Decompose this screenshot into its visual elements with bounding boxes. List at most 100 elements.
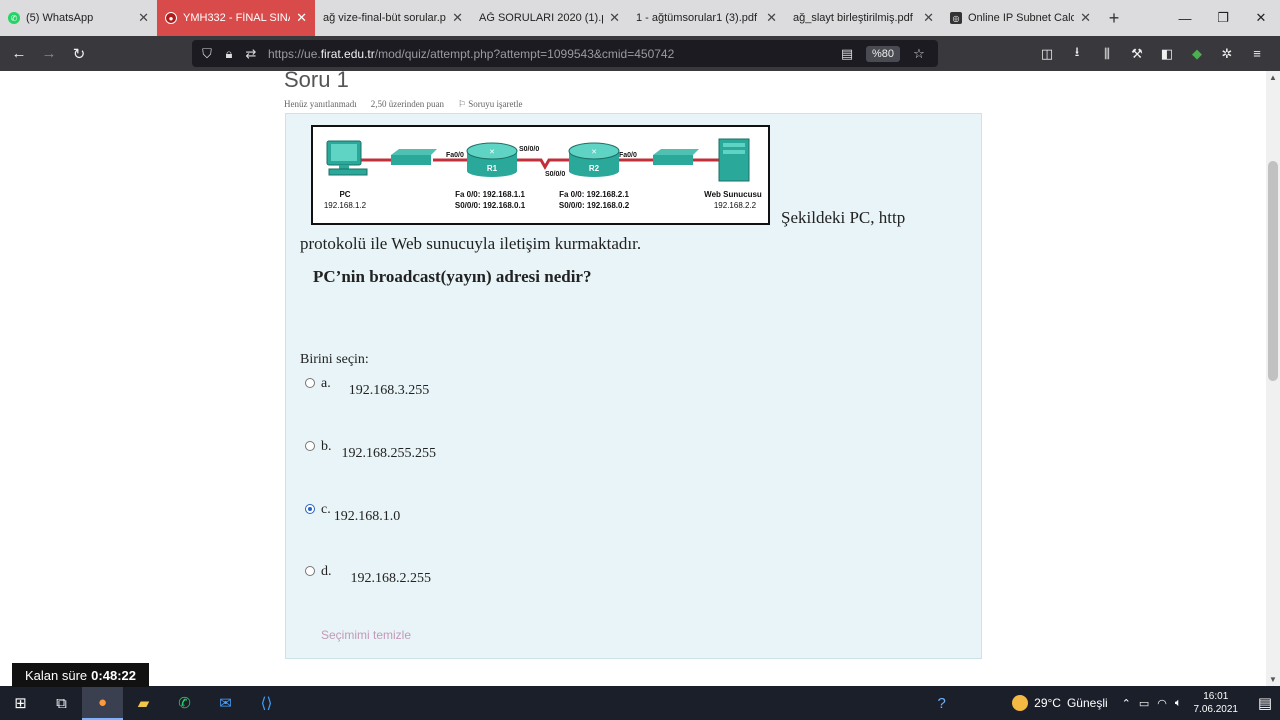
tab-pdf-vize[interactable]: ağ vize-final-büt sorular.pdf ✕ (315, 0, 471, 36)
sidebar-icon[interactable]: ◧ (1152, 39, 1182, 69)
reader-view-icon[interactable]: ▤ (836, 46, 858, 62)
radio-a[interactable] (305, 378, 315, 388)
firefox-icon[interactable]: ● (82, 686, 123, 720)
answer-option-a[interactable]: a. 192.168.3.255 (305, 376, 429, 399)
system-clock[interactable]: 16:01 7.06.2021 (1194, 690, 1239, 716)
library-icon[interactable]: ⫼ (1092, 39, 1122, 69)
url-text[interactable]: https://ue.firat.edu.tr/mod/quiz/attempt… (268, 47, 674, 61)
close-tab-icon[interactable]: ✕ (138, 10, 149, 26)
minimize-icon[interactable]: — (1166, 0, 1204, 36)
link-label-fa00-right: Fa0/0 (619, 152, 637, 159)
task-view-icon[interactable]: ⧉ (41, 686, 82, 720)
close-tab-icon[interactable]: ✕ (923, 10, 934, 26)
pocket-icon[interactable]: ◫ (1032, 39, 1062, 69)
mail-icon[interactable]: ✉ (205, 686, 246, 720)
weather-widget[interactable]: 29°C Güneşli (1012, 695, 1108, 711)
page-scrollbar[interactable]: ▲ ▼ (1266, 71, 1280, 686)
choose-one-label: Birini seçin: (300, 352, 369, 367)
radio-b[interactable] (305, 441, 315, 451)
back-arrow-icon[interactable]: ← (4, 39, 34, 69)
option-letter: a. (321, 376, 331, 391)
forward-arrow-icon[interactable]: → (34, 39, 64, 69)
tab-title: (5) WhatsApp (26, 12, 94, 24)
windows-start-icon[interactable]: ⊞ (0, 686, 41, 720)
zoom-level[interactable]: %80 (865, 45, 900, 62)
gear-extension-icon[interactable]: ✲ (1212, 39, 1242, 69)
address-bar[interactable]: ⛉ 🔒︎ ⇄ https://ue.firat.edu.tr/mod/quiz/… (192, 40, 938, 67)
option-value[interactable]: 192.168.1.0 (334, 509, 401, 525)
close-tab-icon[interactable]: ✕ (452, 10, 463, 26)
scroll-thumb[interactable] (1268, 161, 1278, 381)
tab-title: ağ_slayt birleştirilmiş.pdf (793, 12, 913, 24)
tab-pdf-agtumsorular[interactable]: 1 - ağtümsorular1 (3).pdf ✕ (628, 0, 785, 36)
router-r1-icon: ✕ R1 (466, 142, 518, 177)
reload-icon[interactable]: ↻ (64, 39, 94, 69)
option-value[interactable]: 192.168.2.255 (351, 571, 432, 587)
answer-option-d[interactable]: d. 192.168.2.255 (305, 564, 431, 587)
r2-serial-address: S0/0/0: 192.168.0.2 (559, 201, 630, 210)
close-tab-icon[interactable]: ✕ (766, 10, 777, 26)
r1-fa-address: Fa 0/0: 192.168.1.1 (455, 190, 525, 199)
extension-color-icon[interactable]: ◆ (1182, 39, 1212, 69)
option-value[interactable]: 192.168.255.255 (342, 446, 437, 462)
close-window-icon[interactable]: ✕ (1242, 0, 1280, 36)
radio-d[interactable] (305, 566, 315, 576)
r2-label: R2 (589, 164, 600, 173)
windows-taskbar: ⊞ ⧉ ● ▰ ✆ ✉ ⟨⟩ ? 29°C Güneşli ⌃ ▭ ◠ 🔈︎ 1… (0, 686, 1280, 720)
wrench-icon[interactable]: ⚒ (1122, 39, 1152, 69)
tab-final-exam[interactable]: ● YMH332 - FİNAL SINAVI ✕ (157, 0, 315, 36)
question-prompt: PC’nin broadcast(yayın) adresi nedir? (313, 267, 592, 286)
calculator-site-icon: ◎ (950, 12, 962, 24)
answer-option-b[interactable]: b. 192.168.255.255 (305, 439, 436, 462)
browser-toolbar: ← → ↻ ⛉ 🔒︎ ⇄ https://ue.firat.edu.tr/mod… (0, 36, 1280, 71)
answer-status: Henüz yanıtlanmadı (284, 99, 357, 109)
router-r2-icon: ✕ R2 (568, 142, 620, 177)
university-logo-icon: ● (165, 12, 177, 24)
window-controls: — ❐ ✕ (1166, 0, 1280, 36)
battery-icon[interactable]: ▭ (1139, 697, 1149, 710)
flag-icon: ⚐ (457, 99, 469, 109)
menu-hamburger-icon[interactable]: ≡ (1242, 39, 1272, 69)
page-content: Soru 1 Henüz yanıtlanmadı 2,50 üzerinden… (0, 71, 1280, 686)
answer-option-c[interactable]: c. 192.168.1.0 (305, 502, 400, 525)
new-tab-plus-icon[interactable]: + (1099, 0, 1129, 36)
scroll-down-icon[interactable]: ▼ (1266, 675, 1280, 684)
notification-icon[interactable]: ▤ (1250, 686, 1280, 720)
link-label-s000-bottom: S0/0/0 (545, 171, 565, 178)
radio-c-selected[interactable] (305, 504, 315, 514)
svg-text:✕: ✕ (489, 149, 495, 156)
permissions-icon[interactable]: ⇄ (240, 46, 262, 62)
help-icon[interactable]: ? (921, 686, 962, 720)
tray-icons: ⌃ ▭ ◠ 🔈︎ (1122, 697, 1182, 710)
tab-whatsapp[interactable]: ✆ (5) WhatsApp ✕ (0, 0, 157, 36)
close-tab-icon[interactable]: ✕ (609, 10, 620, 26)
whatsapp-taskbar-icon[interactable]: ✆ (164, 686, 205, 720)
volume-icon[interactable]: 🔈︎ (1175, 697, 1182, 710)
server-ip: 192.168.2.2 (714, 201, 757, 210)
link-label-s000-top: S0/0/0 (519, 146, 539, 153)
flag-question-link[interactable]: ⚐ Soruyu işaretle (458, 99, 523, 110)
tab-ip-calculator[interactable]: ◎ Online IP Subnet Calcula ✕ (942, 0, 1099, 36)
sun-icon (1012, 695, 1029, 711)
tab-title: 1 - ağtümsorular1 (3).pdf (636, 12, 758, 24)
remaining-time-label: Kalan süre (25, 667, 88, 683)
lock-icon[interactable]: 🔒︎ (218, 46, 240, 62)
option-value[interactable]: 192.168.3.255 (349, 383, 430, 399)
download-icon[interactable]: ⭳ (1062, 39, 1092, 69)
vscode-icon[interactable]: ⟨⟩ (246, 686, 287, 720)
switch-right-icon (653, 149, 699, 165)
restore-icon[interactable]: ❐ (1204, 0, 1242, 36)
file-explorer-icon[interactable]: ▰ (123, 686, 164, 720)
flag-question-label: Soruyu işaretle (468, 99, 523, 109)
scroll-up-icon[interactable]: ▲ (1266, 73, 1280, 82)
close-tab-icon[interactable]: ✕ (296, 10, 307, 26)
wifi-icon[interactable]: ◠ (1157, 697, 1167, 710)
tab-pdf-slayt[interactable]: ağ_slayt birleştirilmiş.pdf ✕ (785, 0, 942, 36)
tab-pdf-ag-sorulari[interactable]: AĞ SORULARI 2020 (1).pdf ✕ (471, 0, 628, 36)
close-tab-icon[interactable]: ✕ (1080, 10, 1091, 26)
chevron-up-icon[interactable]: ⌃ (1122, 697, 1131, 710)
system-tray: ? 29°C Güneşli ⌃ ▭ ◠ 🔈︎ 16:01 7.06.2021 … (921, 686, 1280, 720)
shield-icon[interactable]: ⛉ (196, 46, 218, 62)
clear-choice-link[interactable]: Seçimimi temizle (321, 628, 411, 642)
bookmark-star-icon[interactable]: ☆ (908, 46, 930, 62)
